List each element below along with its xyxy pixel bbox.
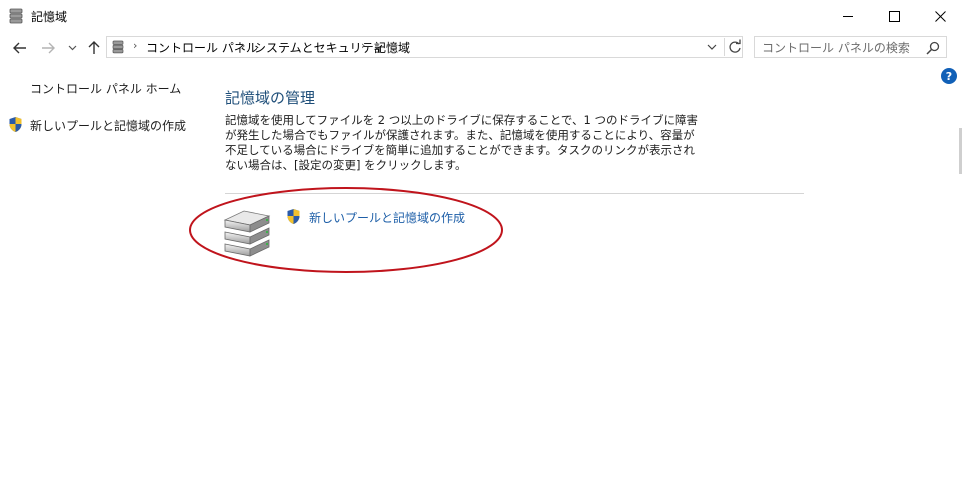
arrow-left-icon [13,42,26,54]
minimize-button[interactable] [825,0,871,32]
annotation-ellipse [189,187,503,273]
close-icon [934,10,946,22]
chevron-down-icon [68,45,76,51]
search-placeholder: コントロール パネルの検索 [762,41,910,55]
help-icon[interactable]: ? [941,68,957,84]
uac-shield-icon [9,117,22,132]
storage-spaces-icon [9,8,23,24]
refresh-icon[interactable] [724,38,743,56]
breadcrumb-storage-spaces[interactable]: 記憶域 [374,39,410,56]
maximize-icon [888,10,900,22]
up-button[interactable] [84,38,104,58]
back-button[interactable] [10,38,30,58]
storage-spaces-icon [112,40,124,54]
arrow-right-icon [42,42,55,54]
recent-locations-button[interactable] [62,38,82,58]
page-description: 記憶域を使用してファイルを 2 つ以上のドライブに保存することで、1 つのドライ… [225,113,698,172]
chevron-down-icon[interactable] [705,40,719,54]
forward-button[interactable] [38,38,58,58]
page-title: 記憶域の管理 [225,89,316,107]
control-panel-home-link[interactable]: コントロール パネル ホーム [30,80,181,97]
title-bar [0,0,962,32]
breadcrumb-separator: › [241,39,246,52]
maximize-button[interactable] [871,0,917,32]
close-button[interactable] [917,0,962,32]
minimize-icon [842,15,853,17]
breadcrumb-separator: › [361,39,366,52]
sidebar-create-pool-link[interactable]: 新しいプールと記憶域の作成 [30,117,186,134]
search-icon[interactable] [926,41,940,55]
window-title: 記憶域 [31,10,68,24]
arrow-up-icon [88,41,100,54]
breadcrumb-separator: › [133,39,138,52]
